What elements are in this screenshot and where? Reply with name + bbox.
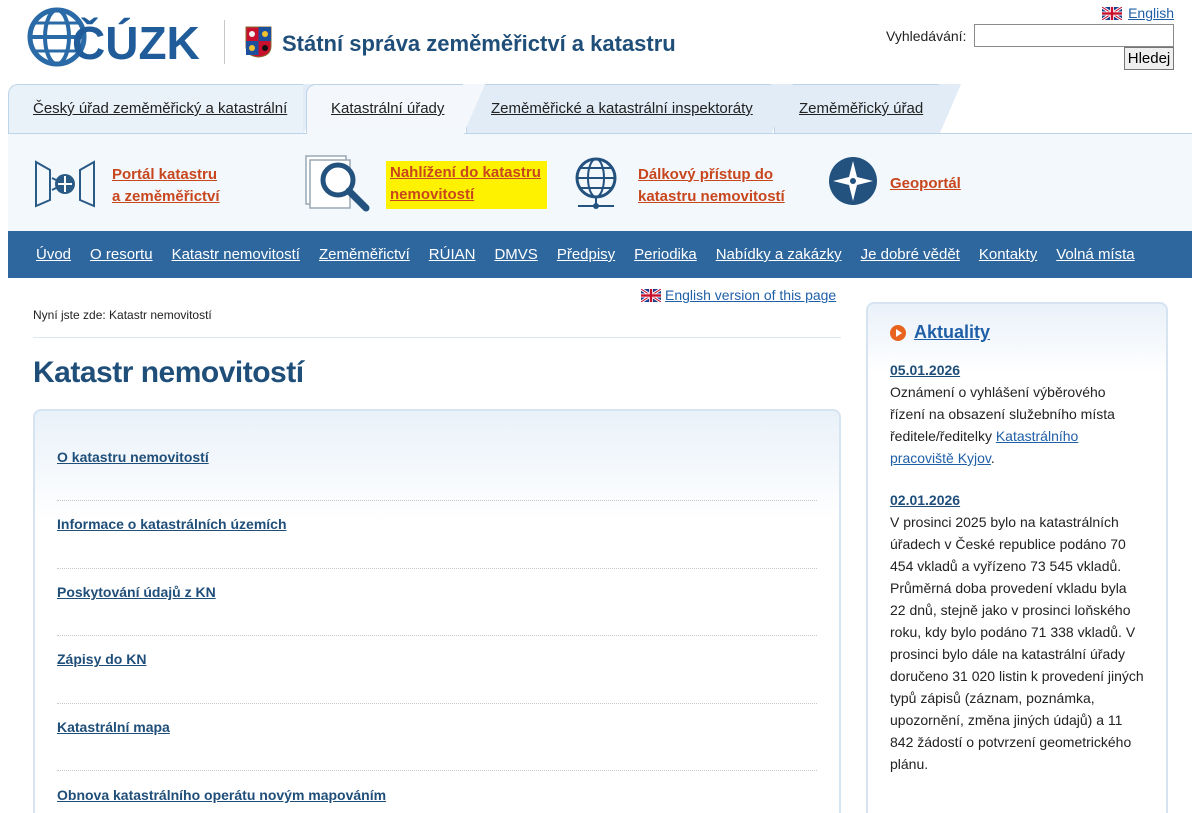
section-links-box: O katastru nemovitostí Informace o katas… <box>33 409 841 813</box>
portal-label-line1[interactable]: Nahlížení do katastru <box>390 164 541 181</box>
list-item[interactable]: Informace o katastrálních územích <box>57 516 817 532</box>
portal-label-line2[interactable]: nemovitostí <box>390 186 474 203</box>
portal-label-line1[interactable]: Portál katastru <box>112 166 217 183</box>
english-version-label[interactable]: English version of this page <box>665 287 836 303</box>
tab-katastralni-urady[interactable]: Katastrální úřady <box>306 84 485 135</box>
nav-zememerictvi[interactable]: Zeměměřictví <box>319 246 410 263</box>
breadcrumb: Nyní jste zde: Katastr nemovitostí <box>33 308 212 322</box>
search-input[interactable] <box>974 24 1174 47</box>
uk-flag-icon <box>1101 5 1123 21</box>
geoportal-link[interactable]: Geoportál <box>828 156 961 211</box>
portal-band: Portál katastru a zeměměřictví Nahlížení… <box>8 133 1192 231</box>
tab-label[interactable]: Český úřad zeměměřický a katastrální <box>33 100 287 117</box>
news-date-link[interactable]: 05.01.2026 <box>890 362 960 378</box>
portal-label-line2[interactable]: katastru nemovitostí <box>638 188 785 205</box>
magnifier-icon <box>304 152 372 217</box>
nav-predpisy[interactable]: Předpisy <box>557 246 615 263</box>
arrow-bullet-icon <box>890 324 906 341</box>
dalkovy-pristup-link[interactable]: Dálkový přístup do katastru nemovitostí <box>574 156 785 215</box>
portal-label-line1[interactable]: Geoportál <box>890 175 961 192</box>
language-switch[interactable]: English <box>1101 5 1174 21</box>
cadastre-portal-icon <box>34 156 96 215</box>
portal-label[interactable]: Geoportál <box>890 173 961 195</box>
site-title[interactable]: Státní správa zeměměřictví a katastru <box>282 31 676 57</box>
main-nav: Úvod O resortu Katastr nemovitostí Zeměm… <box>8 231 1192 278</box>
search-button[interactable]: Hledej <box>1124 47 1174 70</box>
svg-text:ČÚZK: ČÚZK <box>72 17 200 68</box>
link-zapisy[interactable]: Zápisy do KN <box>57 651 146 667</box>
news-heading-link[interactable]: Aktuality <box>914 322 990 343</box>
portal-label-line2[interactable]: a zeměměřictví <box>112 188 220 205</box>
news-text: V prosinci 2025 bylo na katastrálních úř… <box>890 514 1144 772</box>
portal-label[interactable]: Portál katastru a zeměměřictví <box>112 164 220 208</box>
link-katastralni-mapa[interactable]: Katastrální mapa <box>57 719 170 735</box>
nav-kontakty[interactable]: Kontakty <box>979 246 1037 263</box>
divider <box>57 500 817 501</box>
link-katastralni-uzemi[interactable]: Informace o katastrálních územích <box>57 516 287 532</box>
tab-inspektoraty[interactable]: Zeměměřické a katastrální inspektoráty <box>466 84 793 135</box>
news-item: 02.01.2026 V prosinci 2025 bylo na katas… <box>890 489 1144 775</box>
portal-katastru-link[interactable]: Portál katastru a zeměměřictví <box>34 156 220 215</box>
portal-label[interactable]: Dálkový přístup do katastru nemovitostí <box>638 164 785 208</box>
tab-label[interactable]: Zeměměřický úřad <box>799 100 923 117</box>
divider <box>57 770 817 771</box>
link-obnova-operatu[interactable]: Obnova katastrálního operátu novým mapov… <box>57 787 386 803</box>
news-text: Oznámení o vyhlášení výběrového řízení n… <box>890 381 1144 469</box>
search-label: Vyhledávání: <box>886 28 967 44</box>
nav-ruian[interactable]: RÚIAN <box>429 246 476 263</box>
cuzk-logo[interactable]: ČÚZK <box>26 6 210 69</box>
portal-label-highlighted[interactable]: Nahlížení do katastru nemovitostí <box>386 160 547 209</box>
divider <box>57 635 817 636</box>
nav-volna-mista[interactable]: Volná místa <box>1056 246 1134 263</box>
portal-label-line1[interactable]: Dálkový přístup do <box>638 166 773 183</box>
tab-zememericky-urad[interactable]: Zeměměřický úřad <box>774 84 961 135</box>
nav-katastr-nemovitosti[interactable]: Katastr nemovitostí <box>172 246 300 263</box>
divider <box>57 703 817 704</box>
nav-je-dobre-vedet[interactable]: Je dobré vědět <box>861 246 960 263</box>
list-item[interactable]: Poskytování údajů z KN <box>57 584 817 600</box>
nahlizeni-link[interactable]: Nahlížení do katastru nemovitostí <box>304 152 547 217</box>
uk-flag-icon <box>640 287 662 303</box>
organization-tabs: Český úřad zeměměřický a katastrální Zem… <box>8 84 1192 135</box>
nav-dmvs[interactable]: DMVS <box>494 246 537 263</box>
news-text-suffix: . <box>990 450 995 466</box>
page-title: Katastr nemovitostí <box>33 356 304 389</box>
list-item[interactable]: Zápisy do KN <box>57 651 817 667</box>
news-heading[interactable]: Aktuality <box>890 322 1144 343</box>
list-item[interactable]: O katastru nemovitostí <box>57 449 817 465</box>
nav-o-resortu[interactable]: O resortu <box>90 246 153 263</box>
divider <box>57 568 817 569</box>
compass-icon <box>828 156 878 211</box>
list-item[interactable]: Katastrální mapa <box>57 719 817 735</box>
english-version-link[interactable]: English version of this page <box>640 287 836 303</box>
list-item[interactable]: Obnova katastrálního operátu novým mapov… <box>57 787 817 803</box>
tab-label[interactable]: Katastrální úřady <box>331 100 444 117</box>
globe-icon <box>574 156 618 215</box>
tab-cuzk[interactable]: Český úřad zeměměřický a katastrální <box>8 84 325 135</box>
news-sidebar: Aktuality 05.01.2026 Oznámení o vyhlášen… <box>866 302 1168 813</box>
nav-periodika[interactable]: Periodika <box>634 246 697 263</box>
breadcrumb-divider <box>33 337 841 338</box>
nav-nabidky-a-zakazky[interactable]: Nabídky a zakázky <box>716 246 842 263</box>
news-date-link[interactable]: 02.01.2026 <box>890 492 960 508</box>
link-poskytovani-udaju[interactable]: Poskytování údajů z KN <box>57 584 216 600</box>
state-emblem-icon <box>245 26 272 58</box>
logo-divider <box>224 20 225 64</box>
link-o-katastru[interactable]: O katastru nemovitostí <box>57 449 209 465</box>
nav-uvod[interactable]: Úvod <box>36 246 71 263</box>
english-link[interactable]: English <box>1128 5 1174 21</box>
news-item: 05.01.2026 Oznámení o vyhlášení výběrové… <box>890 359 1144 469</box>
tab-label[interactable]: Zeměměřické a katastrální inspektoráty <box>491 100 753 117</box>
